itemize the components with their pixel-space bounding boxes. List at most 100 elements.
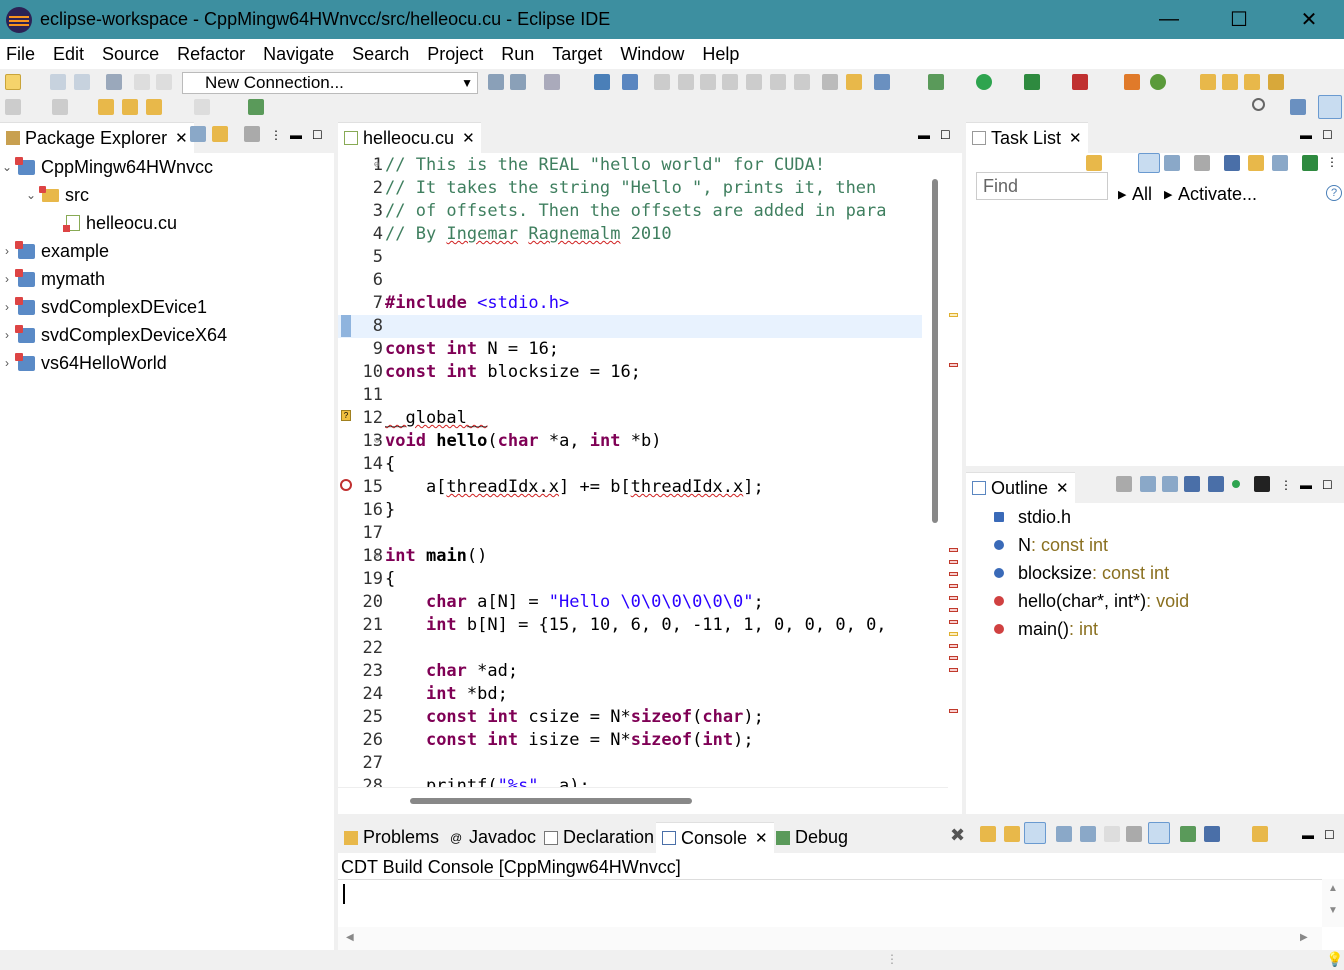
code-line[interactable]: 26 const int isize = N*sizeof(int); [338, 729, 922, 752]
suspend-icon[interactable] [678, 74, 694, 90]
external-tools-icon[interactable] [1072, 74, 1088, 90]
overview-warning-marker[interactable] [949, 632, 958, 636]
step-return-icon[interactable] [794, 74, 810, 90]
hide-fields-icon[interactable] [1184, 476, 1200, 492]
open-resource-icon[interactable] [1244, 74, 1260, 90]
save-icon[interactable] [50, 74, 66, 90]
overview-error-marker[interactable] [949, 644, 958, 648]
tree-item[interactable]: › example [0, 237, 109, 265]
tab-package-explorer[interactable]: Package Explorer ✕ [0, 122, 194, 153]
menu-run[interactable]: Run [495, 44, 540, 65]
tree-item[interactable]: ⌄ src [0, 181, 89, 209]
console-icon[interactable] [594, 74, 610, 90]
overview-error-marker[interactable] [949, 709, 958, 713]
chevron-down-icon[interactable]: ⌄ [24, 188, 38, 202]
hide-completed-icon[interactable] [1224, 155, 1240, 171]
search-tool-icon[interactable] [622, 74, 638, 90]
close-icon[interactable]: ✕ [755, 829, 768, 847]
code-editor[interactable]: 1 ⊖// This is the REAL "hello world" for … [338, 153, 962, 814]
drop-to-frame-icon[interactable] [846, 74, 862, 90]
eclipse-app-icon[interactable] [6, 6, 32, 33]
word-wrap-icon[interactable] [1104, 826, 1120, 842]
outline-item[interactable]: stdio.h [994, 503, 1071, 531]
editor-vertical-scrollbar[interactable] [932, 179, 938, 523]
hide-non-public-icon[interactable] [1232, 480, 1240, 488]
close-icon[interactable]: ✕ [1069, 129, 1082, 147]
step-into-icon[interactable] [746, 74, 762, 90]
open-folder-icon[interactable] [1222, 74, 1238, 90]
chevron-right-icon[interactable]: › [0, 244, 14, 258]
back-icon[interactable] [146, 99, 162, 115]
code-line[interactable]: 7 #include <stdio.h> [338, 292, 922, 315]
error-icon[interactable] [340, 479, 352, 491]
overview-error-marker[interactable] [949, 548, 958, 552]
disconnect-icon[interactable] [510, 74, 526, 90]
display-console-icon[interactable] [1204, 826, 1220, 842]
minimize-view-icon[interactable]: ▬ [918, 128, 930, 142]
code-line[interactable]: 11 [338, 384, 922, 407]
minimize-view-icon[interactable]: ▬ [1302, 828, 1314, 842]
scheduled-icon[interactable] [1164, 155, 1180, 171]
code-line[interactable]: 5 [338, 246, 922, 269]
console-output[interactable] [338, 879, 1322, 927]
minimize-view-icon[interactable]: ▬ [1300, 478, 1312, 492]
code-line[interactable]: 4// By Ingemar Ragnemalm 2010 [338, 223, 922, 246]
minimize-button[interactable]: — [1134, 0, 1204, 39]
overview-error-marker[interactable] [949, 572, 958, 576]
new-element-icon[interactable] [1150, 74, 1166, 90]
scroll-up-arrow-icon[interactable]: ▲ [1328, 883, 1338, 894]
task-all-link[interactable]: All [1132, 184, 1152, 205]
tab-outline[interactable]: Outline ✕ [966, 472, 1075, 503]
terminal-icon[interactable] [544, 74, 560, 90]
overview-error-marker[interactable] [949, 560, 958, 564]
menu-navigate[interactable]: Navigate [257, 44, 340, 65]
overview-error-marker[interactable] [949, 584, 958, 588]
coverage-icon[interactable] [1024, 74, 1040, 90]
close-icon[interactable]: ✕ [175, 129, 188, 147]
scroll-down-arrow-icon[interactable]: ▼ [1328, 905, 1338, 916]
close-icon[interactable]: ✕ [462, 129, 475, 147]
tab-debug[interactable]: Debug [770, 822, 854, 853]
pin-editor-icon[interactable] [248, 99, 264, 115]
task-find-input[interactable]: Find [976, 172, 1108, 200]
tree-item[interactable]: helleocu.cu [0, 209, 177, 237]
focus-icon[interactable] [1302, 155, 1318, 171]
task-activate-link[interactable]: Activate... [1178, 184, 1257, 205]
code-line[interactable]: 6 [338, 269, 922, 292]
chevron-right-icon[interactable]: › [0, 356, 14, 370]
clear-console-icon[interactable] [1126, 826, 1142, 842]
code-line[interactable]: 22 [338, 637, 922, 660]
new-file-icon[interactable] [5, 74, 21, 90]
menu-edit[interactable]: Edit [47, 44, 90, 65]
debug-icon[interactable] [928, 74, 944, 90]
open-perspective-icon[interactable] [874, 74, 890, 90]
outline-item[interactable]: hello(char*, int*) : void [994, 587, 1189, 615]
view-menu-icon[interactable]: ⋮ [270, 128, 282, 142]
scroll-left-arrow-icon[interactable]: ◀ [346, 932, 354, 943]
tree-item[interactable]: › svdComplexDeviceX64 [0, 321, 227, 349]
forward-icon[interactable] [194, 99, 210, 115]
console-horizontal-scrollbar[interactable]: ◀ ▶ [338, 927, 1322, 950]
tab-declaration[interactable]: Declaration [538, 822, 660, 853]
disconnect-debug-icon[interactable] [722, 74, 738, 90]
open-type-icon[interactable] [1200, 74, 1216, 90]
link-with-editor-icon[interactable] [212, 126, 228, 142]
console-vertical-scrollbar[interactable]: ▲ ▼ [1322, 879, 1344, 927]
menu-search[interactable]: Search [346, 44, 415, 65]
overview-error-marker[interactable] [949, 363, 958, 367]
code-line[interactable]: 21 int b[N] = {15, 10, 6, 0, -11, 1, 0, … [338, 614, 922, 637]
code-line[interactable]: 13 ⊖ void hello(char *a, int *b) [338, 430, 922, 453]
collapse-all-icon[interactable] [190, 126, 206, 142]
terminate-icon[interactable] [700, 74, 716, 90]
help-icon[interactable]: ? [1326, 185, 1342, 201]
code-line[interactable]: 14{ [338, 453, 922, 476]
warning-icon[interactable]: ? [341, 410, 351, 421]
connect-icon[interactable] [488, 74, 504, 90]
maximize-view-icon[interactable]: ☐ [312, 128, 323, 142]
menu-project[interactable]: Project [421, 44, 489, 65]
tip-icon[interactable]: 💡 [1326, 951, 1343, 968]
menu-file[interactable]: File [0, 44, 41, 65]
code-line[interactable]: 18 ⊖ int main() [338, 545, 922, 568]
overview-error-marker[interactable] [949, 608, 958, 612]
remove-launch-icon[interactable]: ✖ [950, 825, 965, 846]
